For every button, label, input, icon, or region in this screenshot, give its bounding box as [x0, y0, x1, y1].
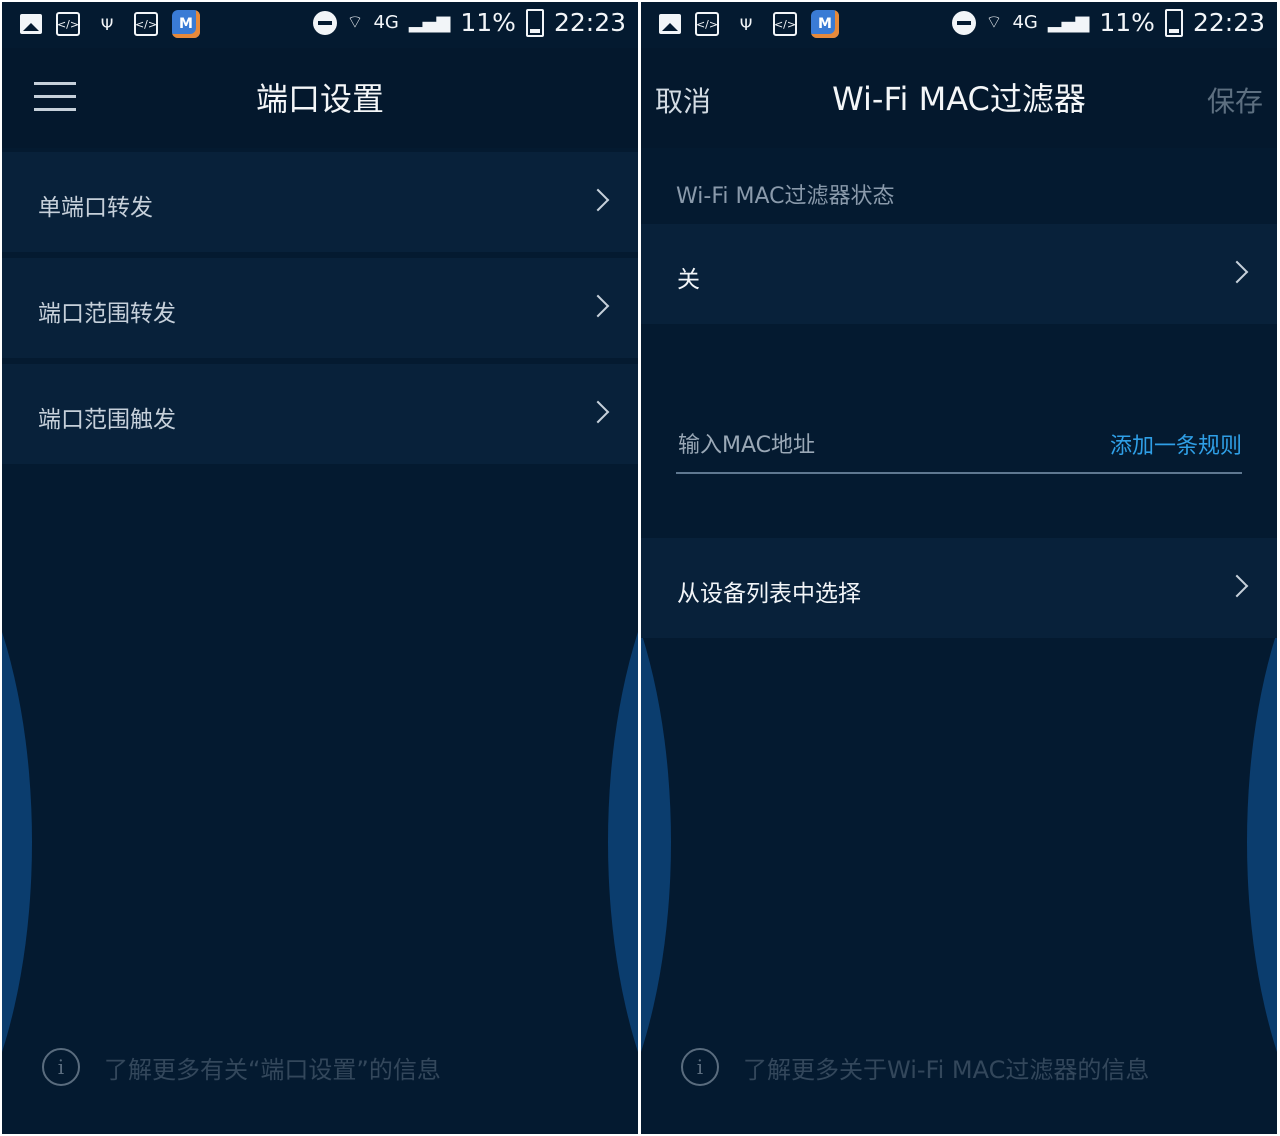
wifi-icon: ⌔ [346, 12, 364, 33]
image-icon [20, 14, 42, 34]
signal-icon: ▂▄▆ [408, 12, 451, 33]
menu-item-label: 单端口转发 [38, 195, 153, 221]
status-bar: </> Ψ </> M ⌔ 4G ▂▄▆ 11% 22:23 [641, 2, 1277, 48]
save-button[interactable]: 保存 [1207, 80, 1263, 120]
decorative-curve [608, 492, 638, 1134]
chevron-right-icon [586, 400, 610, 424]
usb-icon: Ψ [739, 14, 753, 34]
clock: 22:23 [1192, 8, 1265, 37]
menu-item-label: 从设备列表中选择 [677, 581, 861, 607]
menu-item-label: 端口范围触发 [38, 407, 176, 433]
signal-icon: ▂▄▆ [1047, 12, 1090, 33]
code-icon: </> [56, 12, 80, 36]
status-bar: </> Ψ </> M ⌔ 4G ▂▄▆ 11% 22:23 [2, 2, 638, 48]
info-icon: i [42, 1048, 80, 1086]
dnd-icon [312, 10, 337, 35]
app-header: 取消 Wi-Fi MAC过滤器 保存 [641, 48, 1277, 148]
filter-status-row[interactable]: 关 [641, 224, 1277, 324]
dnd-icon [951, 10, 976, 35]
image-icon [659, 14, 681, 34]
menu-item-single-port-forwarding[interactable]: 单端口转发 [2, 152, 638, 252]
mac-address-input[interactable] [676, 422, 1080, 468]
code-icon: </> [695, 12, 719, 36]
learn-more-text: 了解更多有关“端口设置”的信息 [104, 1055, 441, 1084]
menu-item-port-range-triggering[interactable]: 端口范围触发 [2, 364, 638, 464]
chevron-right-icon [1225, 260, 1249, 284]
learn-more-link[interactable]: i 了解更多关于Wi-Fi MAC过滤器的信息 [681, 1048, 1149, 1086]
learn-more-text: 了解更多关于Wi-Fi MAC过滤器的信息 [743, 1055, 1150, 1084]
app-header: 端口设置 [2, 48, 638, 148]
battery-percent: 11% [460, 8, 516, 37]
battery-icon [525, 8, 544, 37]
chevron-right-icon [586, 188, 610, 212]
code-icon: </> [773, 12, 797, 36]
page-title: 端口设置 [255, 80, 384, 118]
chevron-right-icon [586, 294, 610, 318]
page-title: Wi-Fi MAC过滤器 [832, 80, 1086, 118]
info-icon: i [681, 1048, 719, 1086]
learn-more-link[interactable]: i 了解更多有关“端口设置”的信息 [42, 1048, 441, 1086]
battery-percent: 11% [1099, 8, 1155, 37]
port-settings-screen: </> Ψ </> M ⌔ 4G ▂▄▆ 11% 22:23 端口设置 单端口转… [2, 2, 638, 1134]
battery-icon [1164, 8, 1183, 37]
menu-item-port-range-forwarding[interactable]: 端口范围转发 [2, 258, 638, 358]
filter-status-section-label: Wi-Fi MAC过滤器状态 [676, 184, 895, 209]
filter-status-value: 关 [677, 267, 700, 293]
4g-icon: 4G [1012, 12, 1038, 33]
4g-icon: 4G [373, 12, 399, 33]
select-from-device-list-row[interactable]: 从设备列表中选择 [641, 538, 1277, 638]
chevron-right-icon [1225, 574, 1249, 598]
code-icon: </> [134, 12, 158, 36]
clock: 22:23 [553, 8, 626, 37]
app-icon: M [172, 10, 200, 38]
mac-filter-screen: </> Ψ </> M ⌔ 4G ▂▄▆ 11% 22:23 取消 Wi-Fi … [641, 2, 1277, 1134]
add-rule-button[interactable]: 添加一条规则 [1110, 428, 1242, 460]
menu-item-label: 端口范围转发 [38, 301, 176, 327]
mac-address-field: 添加一条规则 [676, 422, 1242, 474]
usb-icon: Ψ [100, 14, 114, 34]
app-icon: M [811, 10, 839, 38]
decorative-curve [2, 492, 32, 1134]
wifi-icon: ⌔ [985, 12, 1003, 33]
